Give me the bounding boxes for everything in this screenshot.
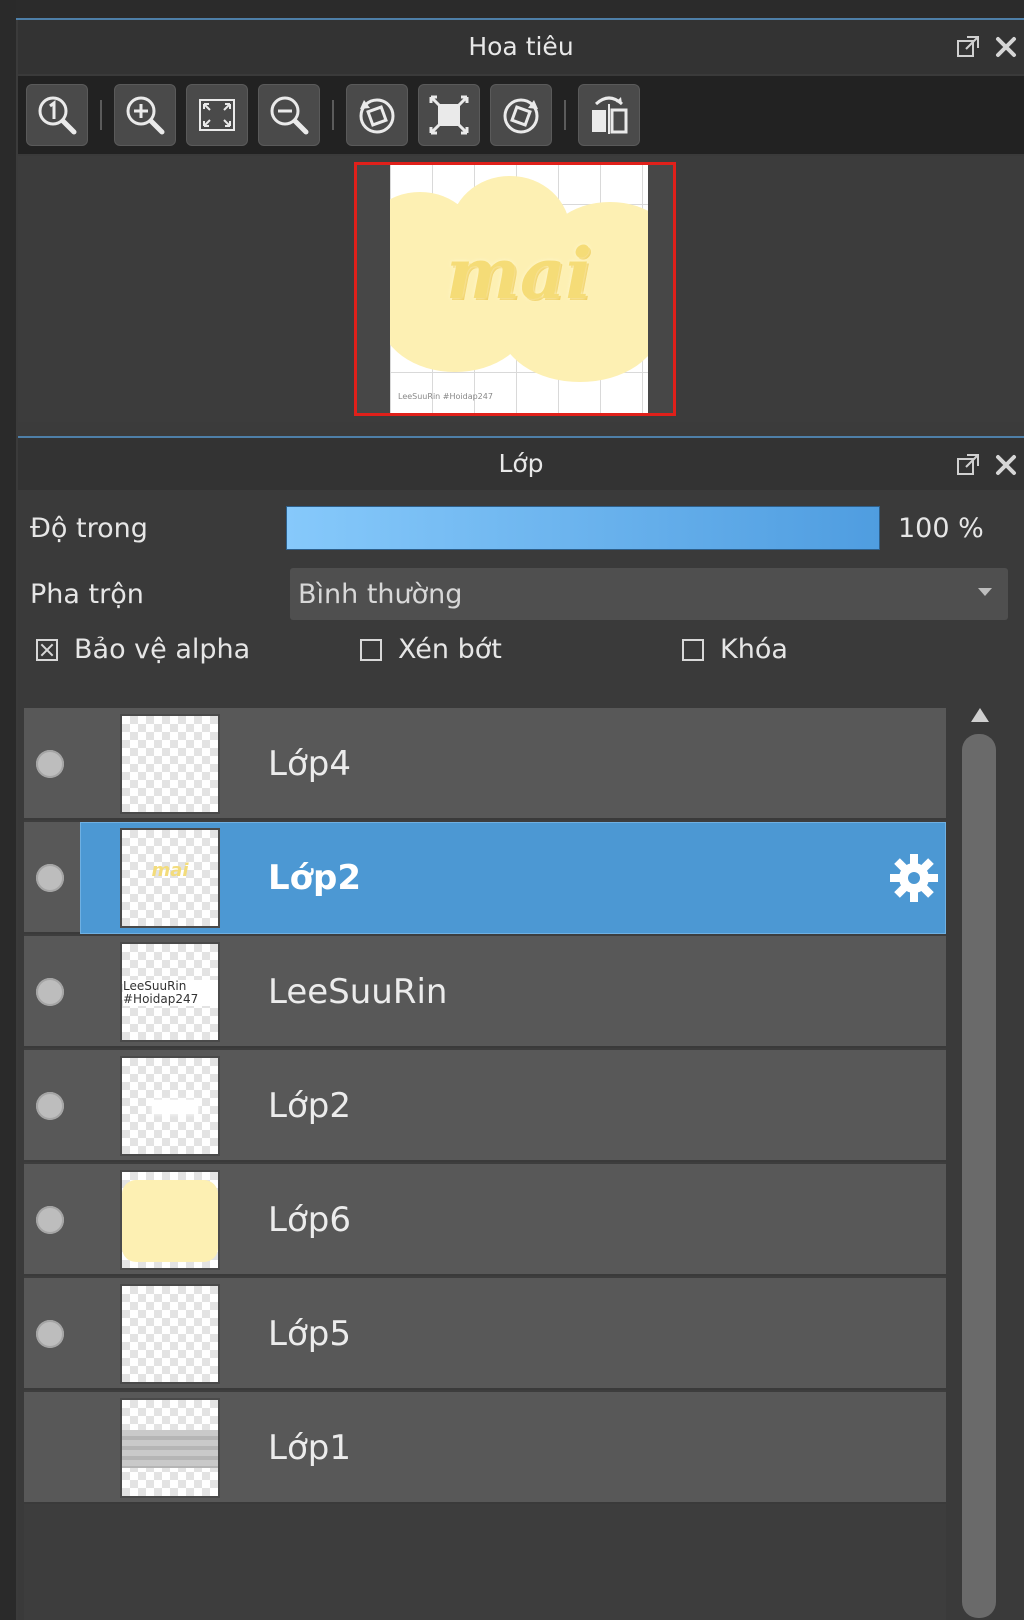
layer-thumbnail: mai xyxy=(120,828,220,928)
thumbnail-shape xyxy=(152,1100,198,1114)
navigator-header: Hoa tiêu xyxy=(18,20,1024,74)
fit-window-button[interactable] xyxy=(418,84,480,146)
layer-thumbnail xyxy=(120,1398,220,1498)
navigator-canvas: mai LeeSuuRin #Hoidap247 xyxy=(354,162,676,416)
zoom-in-icon xyxy=(126,96,165,135)
zoom-actual-icon xyxy=(38,96,77,135)
opacity-label: Độ trong xyxy=(30,512,148,544)
layer-name: Lớp5 xyxy=(268,1314,351,1354)
rotate-right-button[interactable] xyxy=(490,84,552,146)
navigator-title: Hoa tiêu xyxy=(468,32,574,61)
layer-row[interactable]: Lớp5 xyxy=(24,1278,946,1390)
visibility-toggle[interactable] xyxy=(36,1320,64,1348)
layer-list-scrollbar[interactable] xyxy=(958,708,1002,1620)
layer-row[interactable]: Lớp6 xyxy=(24,1164,946,1276)
app-root: Hoa tiêu mai LeeSuuRin #Hoidap247 Lớp Độ… xyxy=(0,0,1024,1620)
zoom-out-icon xyxy=(270,96,309,135)
thumbnail-watermark: LeeSuuRin #Hoidap247 xyxy=(123,980,218,1006)
checkbox-unchecked-icon xyxy=(360,638,382,661)
layer-thumbnail xyxy=(120,1284,220,1384)
scroll-up-icon[interactable] xyxy=(971,708,989,722)
flip-horizontal-icon xyxy=(592,96,628,134)
fit-screen-button[interactable] xyxy=(186,84,248,146)
opacity-row: Độ trong 100 % xyxy=(18,506,1024,550)
protect-alpha-label: Bảo vệ alpha xyxy=(74,634,251,665)
navigator-controls xyxy=(956,20,1018,74)
top-bar xyxy=(0,0,1024,20)
layers-controls xyxy=(956,438,1018,492)
lock-checkbox[interactable]: Khóa xyxy=(682,634,788,665)
layer-row[interactable]: Lớp4 xyxy=(24,708,946,820)
blend-mode-value: Bình thường xyxy=(298,578,463,610)
visibility-toggle[interactable] xyxy=(36,978,64,1006)
toolbar-separator xyxy=(564,100,566,130)
layers-header: Lớp xyxy=(18,436,1024,490)
protect-alpha-checkbox[interactable]: Bảo vệ alpha xyxy=(36,634,250,665)
layer-name: Lớp2 xyxy=(268,1086,351,1126)
navigator-toolbar xyxy=(18,76,1024,154)
visibility-toggle[interactable] xyxy=(36,750,64,778)
layer-name: Lớp6 xyxy=(268,1200,351,1240)
blend-row: Pha trộn Bình thường xyxy=(18,568,1024,620)
rotate-left-icon xyxy=(359,98,395,134)
lock-label: Khóa xyxy=(720,634,788,665)
visibility-toggle[interactable] xyxy=(36,1092,64,1120)
scroll-thumb[interactable] xyxy=(962,734,996,1618)
rotate-left-button[interactable] xyxy=(346,84,408,146)
thumbnail-shape xyxy=(122,1180,218,1262)
zoom-out-button[interactable] xyxy=(258,84,320,146)
opacity-value: 100 % xyxy=(898,512,984,544)
flip-horizontal-button[interactable] xyxy=(578,84,640,146)
layer-thumbnail xyxy=(120,1170,220,1270)
layer-thumbnail xyxy=(120,1056,220,1156)
toolbar-separator xyxy=(332,100,334,130)
checkbox-checked-icon xyxy=(36,638,58,661)
chevron-down-icon xyxy=(978,588,992,596)
layer-row[interactable]: Lớp1 xyxy=(24,1392,946,1504)
checkbox-unchecked-icon xyxy=(682,638,704,661)
gear-icon[interactable] xyxy=(888,852,940,904)
layer-row-selected[interactable]: mai Lớp2 xyxy=(24,822,946,934)
layer-row[interactable]: Lớp2 xyxy=(24,1050,946,1162)
layer-list: Lớp4 mai Lớp2 LeeSuuRin #Hoidap247 LeeSu… xyxy=(24,708,946,1620)
clipping-checkbox[interactable]: Xén bớt xyxy=(360,634,502,665)
fit-window-icon xyxy=(429,95,469,135)
thumbnail-shape xyxy=(122,1430,218,1468)
visibility-toggle[interactable] xyxy=(36,1206,64,1234)
navigator-panel: Hoa tiêu mai LeeSuuRin #Hoidap247 xyxy=(18,20,1024,422)
zoom-in-button[interactable] xyxy=(114,84,176,146)
zoom-actual-button[interactable] xyxy=(26,84,88,146)
popout-icon[interactable] xyxy=(956,453,980,477)
left-dock-strip xyxy=(0,0,16,1620)
layer-name: Lớp4 xyxy=(268,744,351,784)
layer-thumbnail xyxy=(120,714,220,814)
toolbar-separator xyxy=(100,100,102,130)
blend-mode-select[interactable]: Bình thường xyxy=(290,568,1008,620)
layer-thumbnail: LeeSuuRin #Hoidap247 xyxy=(120,942,220,1042)
layers-title: Lớp xyxy=(498,449,544,478)
layer-name: Lớp2 xyxy=(268,858,362,898)
popout-icon[interactable] xyxy=(956,35,980,59)
navigator-viewport-frame[interactable] xyxy=(354,162,676,416)
blend-label: Pha trộn xyxy=(30,578,144,610)
layers-panel: Lớp Độ trong 100 % Pha trộn Bình thường xyxy=(18,436,1024,1620)
thumbnail-text: mai xyxy=(151,860,189,881)
clipping-label: Xén bớt xyxy=(398,634,502,665)
close-icon[interactable] xyxy=(994,453,1018,477)
layer-name: Lớp1 xyxy=(268,1428,351,1468)
fit-screen-icon xyxy=(199,99,235,131)
close-icon[interactable] xyxy=(994,35,1018,59)
navigator-preview-area[interactable]: mai LeeSuuRin #Hoidap247 xyxy=(18,156,1024,422)
layer-row[interactable]: LeeSuuRin #Hoidap247 LeeSuuRin xyxy=(24,936,946,1048)
visibility-toggle[interactable] xyxy=(36,864,64,892)
layer-name: LeeSuuRin xyxy=(268,972,448,1012)
opacity-slider[interactable] xyxy=(286,506,880,550)
rotate-right-icon xyxy=(503,98,539,134)
